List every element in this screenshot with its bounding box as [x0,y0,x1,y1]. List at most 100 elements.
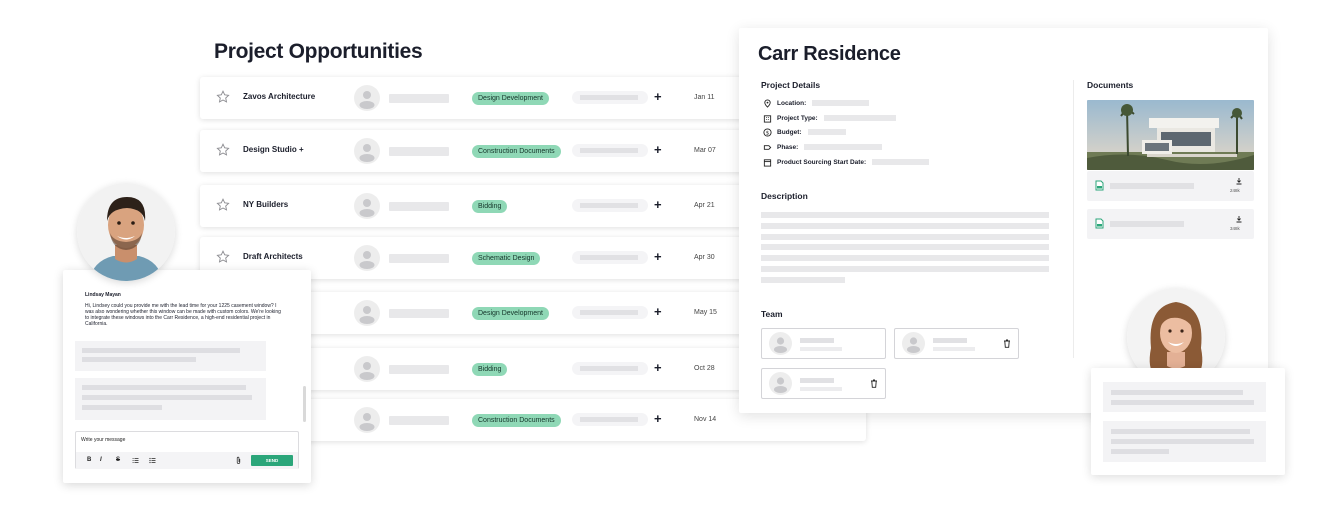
bold-button[interactable]: B [87,457,91,464]
contact-name-placeholder [389,416,449,425]
field-project-type: Project Type: [763,113,896,123]
document-item[interactable]: 248k [1087,171,1254,201]
tag-icon [763,144,772,150]
description-line [761,255,1049,261]
add-button[interactable]: + [654,197,662,213]
trash-icon[interactable] [870,379,878,388]
value-placeholder [572,91,648,104]
chat-reply-placeholder [75,378,266,420]
description-line [761,244,1049,250]
description-line [761,277,845,283]
star-icon[interactable] [216,143,230,157]
star-icon[interactable] [216,250,230,264]
bullet-list-icon[interactable] [149,457,156,464]
add-button[interactable]: + [654,304,662,320]
send-button[interactable]: SEND [251,455,293,466]
opportunity-date: Apr 30 [694,254,715,261]
company-name[interactable]: Design Studio + [243,145,304,154]
company-name[interactable]: Zavos Architecture [243,92,315,101]
contact-name-placeholder [389,147,449,156]
field-location: Location: [763,98,870,108]
avatar [902,332,925,355]
team-member-card[interactable] [761,328,886,359]
chat-message: Hi, Lindsey could you provide me with th… [85,303,281,327]
opportunity-date: Jan 11 [694,94,715,101]
company-name[interactable]: NY Builders [243,200,288,209]
team-heading: Team [761,309,783,319]
column-divider [1073,80,1074,358]
value-placeholder [572,251,648,264]
opportunity-date: May 15 [694,309,717,316]
contact-name-placeholder [389,309,449,318]
field-phase: Phase: [763,142,883,152]
strikethrough-button[interactable]: S [116,457,120,464]
opportunity-date: Apr 21 [694,202,715,209]
dollar-icon: $ [763,127,772,137]
description-line [761,212,1049,218]
stage-badge: Construction Documents [472,414,561,427]
file-icon [1095,180,1104,191]
value-placeholder [572,362,648,375]
contact-name-placeholder [389,94,449,103]
attachment-icon[interactable] [236,456,241,465]
chat-panel: Lindsay Mayan Hi, Lindsey could you prov… [63,270,311,483]
avatar [769,372,792,395]
add-button[interactable]: + [654,249,662,265]
calendar-icon [763,158,772,167]
add-button[interactable]: + [654,89,662,105]
contact-name-placeholder [389,254,449,263]
file-size: 248k [1230,188,1240,193]
message-composer: Write your message B I S SEND [75,431,299,469]
contact-name-placeholder [389,365,449,374]
trash-icon[interactable] [1003,339,1011,348]
documents-heading: Documents [1087,80,1134,90]
add-button[interactable]: + [654,360,662,376]
stage-badge: Schematic Design [472,252,541,265]
download-icon[interactable] [1235,215,1243,223]
star-icon[interactable] [216,198,230,212]
add-button[interactable]: + [654,411,662,427]
avatar [354,245,380,271]
page-title: Project Opportunities [214,40,423,63]
company-name[interactable]: Draft Architects [243,252,303,261]
house-photo-thumbnail[interactable] [1087,100,1254,170]
team-member-card[interactable] [761,368,886,399]
building-icon [763,114,772,123]
opportunity-date: Mar 07 [694,147,716,154]
italic-button[interactable]: I [100,457,102,464]
contact-name-placeholder [389,202,449,211]
user-avatar-photo [77,183,175,281]
numbered-list-icon[interactable] [132,457,139,464]
stage-badge: Bidding [472,200,508,213]
field-budget: $ Budget: [763,127,846,137]
value-placeholder [572,199,648,212]
description-line [761,223,1049,229]
stage-badge: Design Development [472,92,549,105]
message-placeholder [1103,421,1266,462]
value-placeholder [572,413,648,426]
description-line [761,266,1049,272]
avatar [769,332,792,355]
document-item[interactable]: 348k [1087,209,1254,239]
format-toolbar: B I S SEND [76,452,298,469]
svg-text:$: $ [766,130,769,136]
star-icon[interactable] [216,90,230,104]
add-button[interactable]: + [654,142,662,158]
description-line [761,234,1049,240]
avatar [354,138,380,164]
message-input[interactable]: Write your message [81,437,241,446]
message-preview-card [1091,368,1285,475]
chat-sender-name: Lindsay Mayan [85,292,121,298]
download-icon[interactable] [1235,177,1243,185]
opportunity-date: Oct 28 [694,365,715,372]
file-size: 348k [1230,226,1240,231]
avatar [354,300,380,326]
avatar [354,85,380,111]
field-sourcing-date: Product Sourcing Start Date: [763,157,930,167]
chat-scrollbar[interactable] [303,386,306,422]
location-pin-icon [764,98,771,108]
project-title: Carr Residence [758,43,901,65]
team-member-card[interactable] [894,328,1019,359]
avatar [354,356,380,382]
message-placeholder [1103,382,1266,412]
